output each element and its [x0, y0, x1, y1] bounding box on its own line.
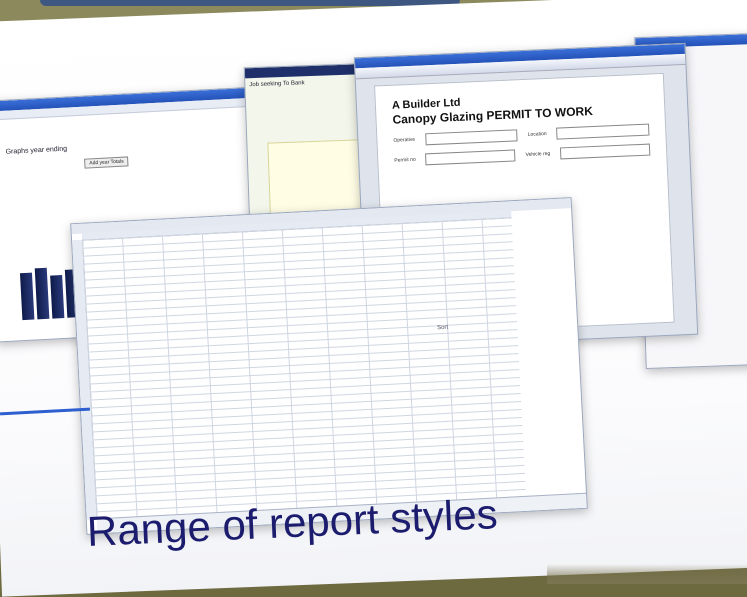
text-field[interactable] [425, 149, 516, 166]
field-row: Permit no Vehicle reg [394, 143, 651, 167]
graph-label: Graphs year ending [5, 145, 68, 156]
field-label: Permit no [394, 156, 416, 164]
field-label: Vehicle reg [525, 150, 551, 158]
spreadsheet-window: Sort [70, 197, 588, 535]
text-field[interactable] [424, 129, 518, 146]
text-field[interactable] [559, 143, 651, 160]
cell-grid[interactable] [82, 217, 527, 520]
add-year-totals-button[interactable]: Add year Totals [84, 156, 129, 169]
field-label: Location [527, 131, 547, 138]
bottom-edge-shadow [547, 564, 747, 584]
chart-bar [34, 268, 50, 320]
cell-note: Sort [437, 324, 449, 332]
chart-bar [50, 275, 65, 319]
accent-line [0, 407, 91, 416]
field-label: Operative [393, 136, 416, 144]
field-row: Operative Location [393, 123, 650, 147]
chart-bar [19, 272, 35, 321]
text-field[interactable] [556, 123, 650, 140]
